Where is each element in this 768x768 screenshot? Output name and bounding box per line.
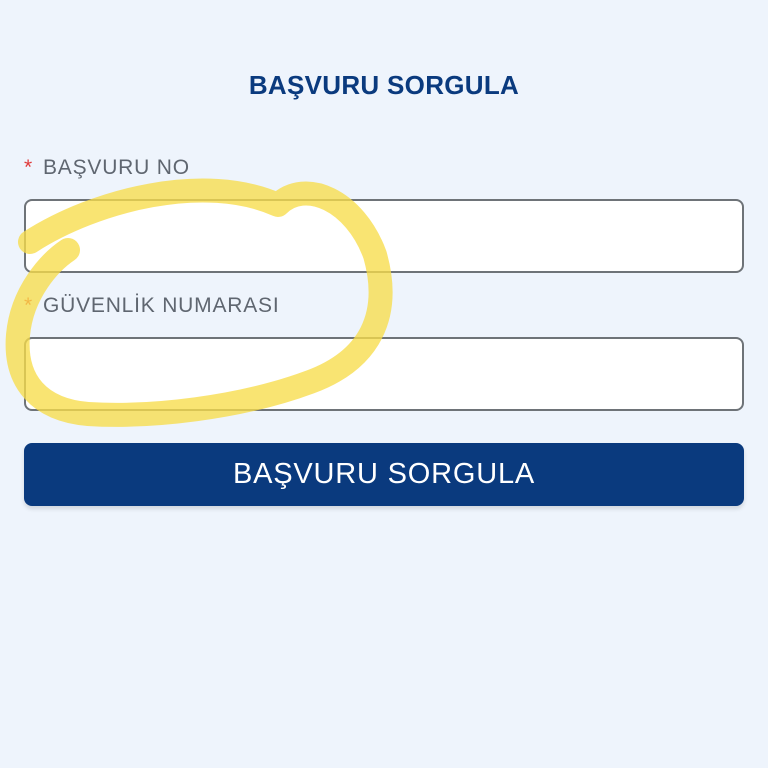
application-number-label-text: BAŞVURU NO: [42, 156, 190, 179]
required-marker: *: [24, 156, 33, 179]
required-marker: *: [24, 294, 33, 317]
page-title: BAŞVURU SORGULA: [248, 70, 520, 100]
security-number-input[interactable]: [24, 337, 744, 411]
query-application-button[interactable]: BAŞVURU SORGULA: [24, 443, 744, 506]
application-number-input[interactable]: [24, 199, 744, 273]
security-number-label-text: GÜVENLİK NUMARASI: [42, 294, 280, 317]
security-number-label: * GÜVENLİK NUMARASI: [24, 294, 279, 318]
application-number-label: * BAŞVURU NO: [24, 156, 190, 180]
